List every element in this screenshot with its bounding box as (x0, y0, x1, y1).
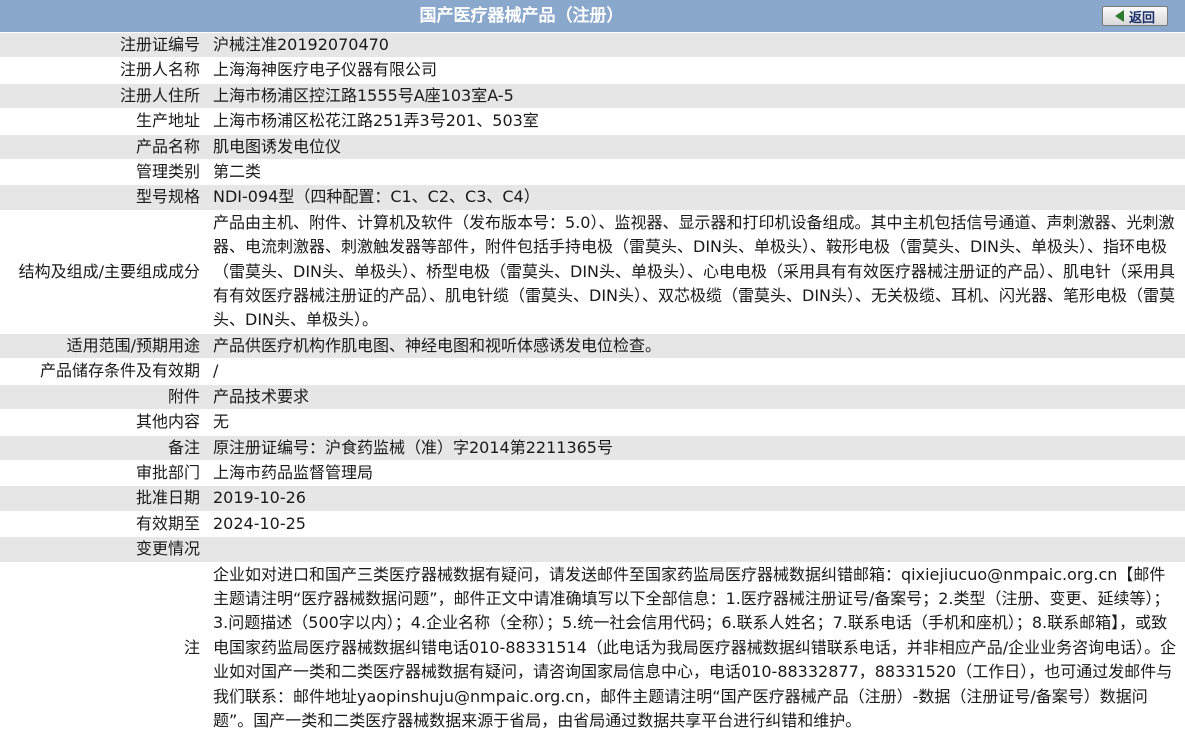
field-label: 注册人住所 (0, 83, 206, 110)
back-button-label: 返回 (1128, 10, 1155, 26)
field-label: 注册人名称 (0, 57, 206, 84)
table-row: 适用范围/预期用途 产品供医疗机构作肌电图、神经电图和视听体感诱发电位检查。 (0, 333, 1185, 360)
page: 国产医疗器械产品（注册） 返回 注册证编号 沪械注准20192070470 注册… (0, 0, 1185, 756)
table-row: 注册人住所 上海市杨浦区控江路1555号A座103室A-5 (0, 83, 1185, 110)
table-row: 结构及组成/主要组成成分 产品由主机、附件、计算机及软件（发布版本号：5.0）、… (0, 210, 1185, 334)
field-value: 产品供医疗机构作肌电图、神经电图和视听体感诱发电位检查。 (206, 333, 1185, 360)
field-label: 备注 (0, 435, 206, 461)
field-value: 无 (206, 409, 1185, 436)
field-value: 原注册证编号：沪食药监械（准）字2014第2211365号 (206, 435, 1185, 461)
changes-label: 变更情况 (0, 536, 206, 563)
field-value: / (206, 358, 1185, 385)
field-value: 上海市药品监督管理局 (206, 460, 1185, 487)
table-row: 产品储存条件及有效期 / (0, 358, 1185, 385)
table-row-note: 注 企业如对进口和国产三类医疗器械数据有疑问，请发送邮件至国家药监局医疗器械数据… (0, 562, 1185, 735)
field-value: 肌电图诱发电位仪 (206, 134, 1185, 161)
field-label: 产品储存条件及有效期 (0, 358, 206, 385)
changes-value (206, 536, 1185, 563)
registration-detail-table: 注册证编号 沪械注准20192070470 注册人名称 上海海神医疗电子仪器有限… (0, 33, 1185, 735)
field-label: 产品名称 (0, 134, 206, 161)
table-row: 审批部门 上海市药品监督管理局 (0, 460, 1185, 487)
field-value: 产品由主机、附件、计算机及软件（发布版本号：5.0）、监视器、显示器和打印机设备… (206, 210, 1185, 334)
note-label: 注 (0, 562, 206, 735)
table-row: 生产地址 上海市杨浦区松花江路251弄3号201、503室 (0, 108, 1185, 135)
field-label: 有效期至 (0, 511, 206, 538)
table-row: 批准日期 2019-10-26 (0, 485, 1185, 512)
field-label: 适用范围/预期用途 (0, 333, 206, 360)
field-label: 审批部门 (0, 460, 206, 487)
note-value: 企业如对进口和国产三类医疗器械数据有疑问，请发送邮件至国家药监局医疗器械数据纠错… (206, 562, 1185, 735)
field-value: NDI-094型（四种配置：C1、C2、C3、C4） (206, 184, 1185, 211)
field-value: 沪械注准20192070470 (206, 33, 1185, 59)
field-label: 注册证编号 (0, 33, 206, 59)
title-bar: 国产医疗器械产品（注册） 返回 (0, 0, 1185, 33)
table-row: 备注 原注册证编号：沪食药监械（准）字2014第2211365号 (0, 435, 1185, 461)
field-value: 2024-10-25 (206, 511, 1185, 538)
field-value: 产品技术要求 (206, 384, 1185, 411)
field-value: 2019-10-26 (206, 485, 1185, 512)
back-arrow-icon (1114, 10, 1124, 22)
table-row-changes: 变更情况 (0, 536, 1185, 563)
field-label: 批准日期 (0, 485, 206, 512)
page-title: 国产医疗器械产品（注册） (419, 6, 624, 26)
table-row: 管理类别 第二类 (0, 159, 1185, 186)
back-button[interactable]: 返回 (1102, 6, 1168, 26)
field-label: 生产地址 (0, 108, 206, 135)
field-label: 结构及组成/主要组成成分 (0, 210, 206, 334)
field-label: 其他内容 (0, 409, 206, 436)
table-row: 注册人名称 上海海神医疗电子仪器有限公司 (0, 57, 1185, 84)
field-value: 第二类 (206, 159, 1185, 186)
table-row: 有效期至 2024-10-25 (0, 511, 1185, 538)
table-row: 产品名称 肌电图诱发电位仪 (0, 134, 1185, 161)
field-value: 上海市杨浦区控江路1555号A座103室A-5 (206, 83, 1185, 110)
table-row: 型号规格 NDI-094型（四种配置：C1、C2、C3、C4） (0, 184, 1185, 211)
field-label: 型号规格 (0, 184, 206, 211)
field-value: 上海海神医疗电子仪器有限公司 (206, 57, 1185, 84)
field-label: 管理类别 (0, 159, 206, 186)
field-label: 附件 (0, 384, 206, 411)
field-value: 上海市杨浦区松花江路251弄3号201、503室 (206, 108, 1185, 135)
table-row: 注册证编号 沪械注准20192070470 (0, 33, 1185, 59)
table-row: 其他内容 无 (0, 409, 1185, 436)
table-row: 附件 产品技术要求 (0, 384, 1185, 411)
